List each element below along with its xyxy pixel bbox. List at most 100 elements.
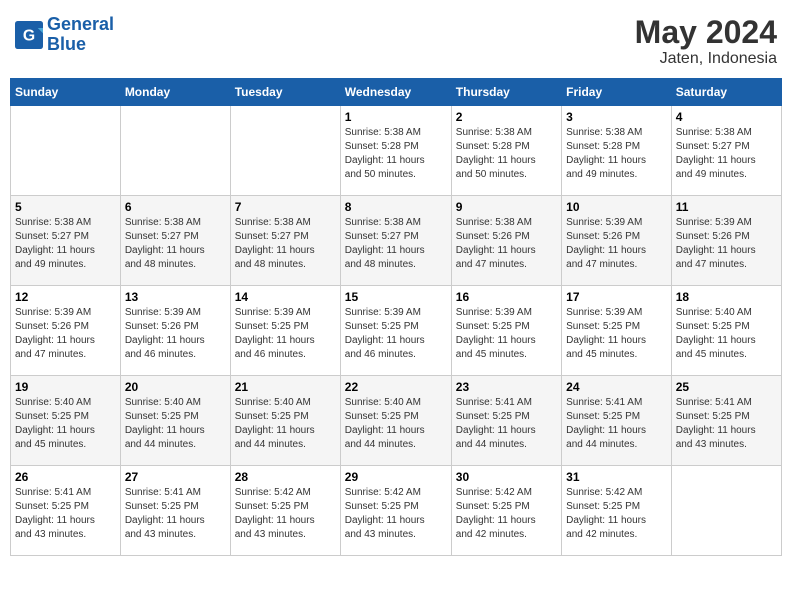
day-number: 7 bbox=[235, 200, 336, 214]
logo-icon: G bbox=[15, 21, 43, 49]
day-info: Sunrise: 5:39 AM Sunset: 5:25 PM Dayligh… bbox=[566, 306, 667, 362]
calendar-header-row: SundayMondayTuesdayWednesdayThursdayFrid… bbox=[11, 79, 782, 106]
calendar-cell: 27 Sunrise: 5:41 AM Sunset: 5:25 PM Dayli… bbox=[120, 466, 230, 556]
day-number: 13 bbox=[125, 290, 226, 304]
calendar-cell: 14Sunrise: 5:39 AM Sunset: 5:25 PM Dayli… bbox=[230, 286, 340, 376]
day-number: 29 bbox=[345, 470, 447, 484]
day-info: Sunrise: 5:38 AM Sunset: 5:28 PM Dayligh… bbox=[345, 126, 447, 182]
day-number: 17 bbox=[566, 290, 667, 304]
calendar-cell: 8 Sunrise: 5:38 AM Sunset: 5:27 PM Daylig… bbox=[340, 196, 451, 286]
day-number: 2 bbox=[456, 110, 557, 124]
day-info: Sunrise: 5:42 AM Sunset: 5:25 PM Dayligh… bbox=[235, 486, 336, 542]
day-info: Sunrise: 5:41 AM Sunset: 5:25 PM Dayligh… bbox=[456, 396, 557, 452]
calendar-cell: 7 Sunrise: 5:38 AM Sunset: 5:27 PM Daylig… bbox=[230, 196, 340, 286]
calendar-cell: 12Sunrise: 5:39 AM Sunset: 5:26 PM Dayli… bbox=[11, 286, 121, 376]
day-info: Sunrise: 5:41 AM Sunset: 5:25 PM Dayligh… bbox=[566, 396, 667, 452]
calendar-cell: 9 Sunrise: 5:38 AM Sunset: 5:26 PM Daylig… bbox=[451, 196, 561, 286]
logo-text: General Blue bbox=[47, 15, 114, 55]
header-tuesday: Tuesday bbox=[230, 79, 340, 106]
day-info: Sunrise: 5:38 AM Sunset: 5:26 PM Dayligh… bbox=[456, 216, 557, 272]
day-info: Sunrise: 5:39 AM Sunset: 5:25 PM Dayligh… bbox=[456, 306, 557, 362]
day-info: Sunrise: 5:39 AM Sunset: 5:25 PM Dayligh… bbox=[345, 306, 447, 362]
day-info: Sunrise: 5:40 AM Sunset: 5:25 PM Dayligh… bbox=[345, 396, 447, 452]
calendar-cell bbox=[120, 106, 230, 196]
calendar-cell: 10 Sunrise: 5:39 AM Sunset: 5:26 PM Dayli… bbox=[562, 196, 672, 286]
day-number: 27 bbox=[125, 470, 226, 484]
day-info: Sunrise: 5:39 AM Sunset: 5:25 PM Dayligh… bbox=[235, 306, 336, 362]
day-info: Sunrise: 5:38 AM Sunset: 5:28 PM Dayligh… bbox=[566, 126, 667, 182]
calendar-cell bbox=[671, 466, 781, 556]
header-monday: Monday bbox=[120, 79, 230, 106]
calendar-table: SundayMondayTuesdayWednesdayThursdayFrid… bbox=[10, 78, 782, 556]
day-number: 22 bbox=[345, 380, 447, 394]
calendar-cell: 22 Sunrise: 5:40 AM Sunset: 5:25 PM Dayli… bbox=[340, 376, 451, 466]
title-block: May 2024 Jaten, Indonesia bbox=[635, 15, 777, 68]
calendar-week-row: 5 Sunrise: 5:38 AM Sunset: 5:27 PM Daylig… bbox=[11, 196, 782, 286]
day-number: 16 bbox=[456, 290, 557, 304]
day-info: Sunrise: 5:38 AM Sunset: 5:27 PM Dayligh… bbox=[125, 216, 226, 272]
day-number: 4 bbox=[676, 110, 777, 124]
logo-general: General bbox=[47, 14, 114, 34]
calendar-cell: 5 Sunrise: 5:38 AM Sunset: 5:27 PM Daylig… bbox=[11, 196, 121, 286]
day-number: 10 bbox=[566, 200, 667, 214]
day-info: Sunrise: 5:41 AM Sunset: 5:25 PM Dayligh… bbox=[676, 396, 777, 452]
calendar-cell: 25 Sunrise: 5:41 AM Sunset: 5:25 PM Dayli… bbox=[671, 376, 781, 466]
day-info: Sunrise: 5:42 AM Sunset: 5:25 PM Dayligh… bbox=[456, 486, 557, 542]
day-number: 23 bbox=[456, 380, 557, 394]
day-number: 20 bbox=[125, 380, 226, 394]
day-number: 9 bbox=[456, 200, 557, 214]
calendar-week-row: 12Sunrise: 5:39 AM Sunset: 5:26 PM Dayli… bbox=[11, 286, 782, 376]
day-info: Sunrise: 5:40 AM Sunset: 5:25 PM Dayligh… bbox=[15, 396, 116, 452]
day-number: 25 bbox=[676, 380, 777, 394]
calendar-week-row: 26Sunrise: 5:41 AM Sunset: 5:25 PM Dayli… bbox=[11, 466, 782, 556]
calendar-cell: 11 Sunrise: 5:39 AM Sunset: 5:26 PM Dayli… bbox=[671, 196, 781, 286]
day-number: 19 bbox=[15, 380, 116, 394]
day-number: 30 bbox=[456, 470, 557, 484]
day-number: 8 bbox=[345, 200, 447, 214]
calendar-cell: 2Sunrise: 5:38 AM Sunset: 5:28 PM Daylig… bbox=[451, 106, 561, 196]
day-number: 5 bbox=[15, 200, 116, 214]
calendar-week-row: 1Sunrise: 5:38 AM Sunset: 5:28 PM Daylig… bbox=[11, 106, 782, 196]
day-number: 28 bbox=[235, 470, 336, 484]
day-info: Sunrise: 5:38 AM Sunset: 5:27 PM Dayligh… bbox=[235, 216, 336, 272]
calendar-cell bbox=[230, 106, 340, 196]
logo-blue: Blue bbox=[47, 34, 86, 54]
day-info: Sunrise: 5:42 AM Sunset: 5:25 PM Dayligh… bbox=[345, 486, 447, 542]
calendar-cell bbox=[11, 106, 121, 196]
calendar-week-row: 19 Sunrise: 5:40 AM Sunset: 5:25 PM Dayli… bbox=[11, 376, 782, 466]
header-saturday: Saturday bbox=[671, 79, 781, 106]
day-info: Sunrise: 5:41 AM Sunset: 5:25 PM Dayligh… bbox=[125, 486, 226, 542]
day-info: Sunrise: 5:42 AM Sunset: 5:25 PM Dayligh… bbox=[566, 486, 667, 542]
calendar-cell: 6Sunrise: 5:38 AM Sunset: 5:27 PM Daylig… bbox=[120, 196, 230, 286]
header-thursday: Thursday bbox=[451, 79, 561, 106]
calendar-cell: 17 Sunrise: 5:39 AM Sunset: 5:25 PM Dayli… bbox=[562, 286, 672, 376]
day-info: Sunrise: 5:38 AM Sunset: 5:27 PM Dayligh… bbox=[345, 216, 447, 272]
day-info: Sunrise: 5:40 AM Sunset: 5:25 PM Dayligh… bbox=[125, 396, 226, 452]
header-wednesday: Wednesday bbox=[340, 79, 451, 106]
day-number: 11 bbox=[676, 200, 777, 214]
day-info: Sunrise: 5:40 AM Sunset: 5:25 PM Dayligh… bbox=[235, 396, 336, 452]
day-info: Sunrise: 5:39 AM Sunset: 5:26 PM Dayligh… bbox=[676, 216, 777, 272]
calendar-cell: 26Sunrise: 5:41 AM Sunset: 5:25 PM Dayli… bbox=[11, 466, 121, 556]
day-number: 3 bbox=[566, 110, 667, 124]
calendar-cell: 21 Sunrise: 5:40 AM Sunset: 5:25 PM Dayli… bbox=[230, 376, 340, 466]
month-year-title: May 2024 bbox=[635, 15, 777, 50]
calendar-cell: 23 Sunrise: 5:41 AM Sunset: 5:25 PM Dayli… bbox=[451, 376, 561, 466]
day-number: 12 bbox=[15, 290, 116, 304]
day-info: Sunrise: 5:38 AM Sunset: 5:27 PM Dayligh… bbox=[676, 126, 777, 182]
day-number: 21 bbox=[235, 380, 336, 394]
location-title: Jaten, Indonesia bbox=[635, 50, 777, 68]
calendar-cell: 16 Sunrise: 5:39 AM Sunset: 5:25 PM Dayli… bbox=[451, 286, 561, 376]
logo: G General Blue bbox=[15, 15, 114, 55]
day-number: 31 bbox=[566, 470, 667, 484]
calendar-cell: 28 Sunrise: 5:42 AM Sunset: 5:25 PM Dayli… bbox=[230, 466, 340, 556]
calendar-cell: 3 Sunrise: 5:38 AM Sunset: 5:28 PM Daylig… bbox=[562, 106, 672, 196]
day-info: Sunrise: 5:38 AM Sunset: 5:27 PM Dayligh… bbox=[15, 216, 116, 272]
calendar-cell: 29 Sunrise: 5:42 AM Sunset: 5:25 PM Dayli… bbox=[340, 466, 451, 556]
calendar-cell: 30 Sunrise: 5:42 AM Sunset: 5:25 PM Dayli… bbox=[451, 466, 561, 556]
calendar-cell: 15Sunrise: 5:39 AM Sunset: 5:25 PM Dayli… bbox=[340, 286, 451, 376]
calendar-cell: 19 Sunrise: 5:40 AM Sunset: 5:25 PM Dayli… bbox=[11, 376, 121, 466]
svg-text:G: G bbox=[23, 27, 35, 44]
calendar-cell: 1Sunrise: 5:38 AM Sunset: 5:28 PM Daylig… bbox=[340, 106, 451, 196]
day-info: Sunrise: 5:39 AM Sunset: 5:26 PM Dayligh… bbox=[566, 216, 667, 272]
